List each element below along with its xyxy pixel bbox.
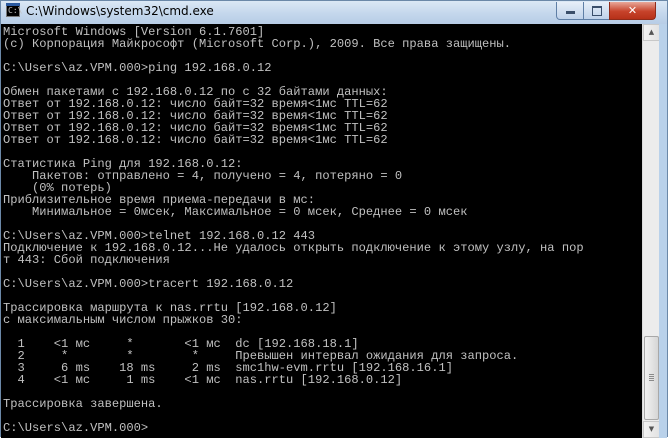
close-icon: ✕	[627, 4, 638, 17]
scroll-up-arrow-icon[interactable]: ▲	[643, 24, 660, 41]
console-line: Ответ от 192.168.0.12: число байт=32 вре…	[3, 133, 388, 147]
console-line: C:\Users\az.VPM.000>	[3, 421, 149, 435]
vertical-scrollbar[interactable]: ▲ ▼	[642, 24, 660, 438]
close-button[interactable]: ✕	[609, 2, 656, 20]
window-title: C:\Windows\system32\cmd.exe	[26, 4, 214, 18]
minimize-icon	[565, 11, 575, 14]
console-text: Microsoft Windows [Version 6.1.7601] (c)…	[1, 24, 642, 434]
window-frame-right	[659, 24, 667, 438]
maximize-icon	[591, 6, 602, 16]
scroll-down-arrow-icon[interactable]: ▼	[643, 421, 660, 438]
scrollbar-thumb[interactable]	[644, 336, 659, 420]
maximize-button[interactable]	[583, 2, 610, 20]
console-output[interactable]: Microsoft Windows [Version 6.1.7601] (c)…	[1, 24, 642, 438]
console-line: C:\Users\az.VPM.000>ping 192.168.0.12	[3, 61, 272, 75]
console-line: 4 <1 мс 1 ms <1 мс nas.rrtu [192.168.0.1…	[3, 373, 403, 387]
console-line: C:\Users\az.VPM.000>tracert 192.168.0.12	[3, 277, 294, 291]
console-line: (c) Корпорация Майкрософт (Microsoft Cor…	[3, 37, 512, 51]
minimize-button[interactable]	[556, 2, 584, 20]
console-line: т 443: Сбой подключения	[3, 253, 170, 267]
grip-icon	[649, 374, 654, 381]
console-line: Минимальное = 0мсек, Максимальное = 0 мс…	[3, 205, 468, 219]
title-bar[interactable]: C:\ C:\Windows\system32\cmd.exe ✕	[1, 1, 667, 24]
cmd-window: C:\ C:\Windows\system32\cmd.exe ✕ Micros…	[0, 0, 668, 438]
console-line: Трассировка завершена.	[3, 397, 163, 411]
console-line: с максимальным числом прыжков 30:	[3, 313, 243, 327]
cmd-app-icon[interactable]: C:\	[6, 3, 22, 17]
